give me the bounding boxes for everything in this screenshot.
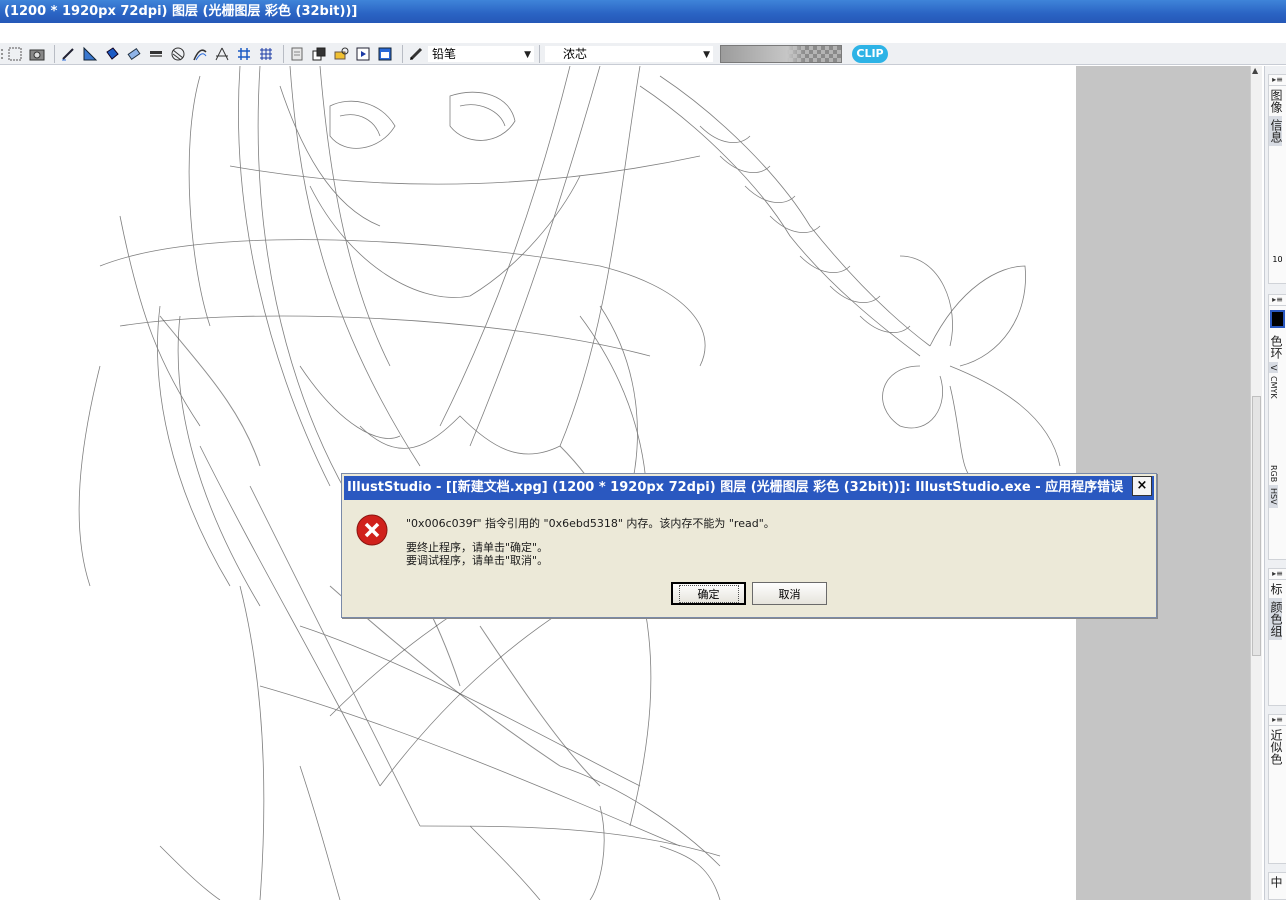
zoom-value: 10 <box>1272 255 1283 264</box>
screen: (1200 * 1920px 72dpi) 图层 (光栅图层 彩色 (32bit… <box>0 0 1286 900</box>
ok-button[interactable]: 确定 <box>671 582 746 605</box>
tab-hsv[interactable]: HSV <box>1269 485 1278 508</box>
folder-key-icon[interactable] <box>332 45 350 63</box>
tab-v[interactable]: V <box>1269 362 1278 374</box>
clip-button-label: CLIP <box>856 47 884 60</box>
chevron-down-icon: ▼ <box>703 49 710 60</box>
brush-stroke-preview[interactable] <box>720 44 842 63</box>
current-color-swatch[interactable] <box>1270 310 1285 328</box>
panel-group-approx-color: ▸≡ 近似色 <box>1268 714 1286 864</box>
brush-select-value: 浓芯 <box>563 47 588 61</box>
tab-rgb[interactable]: RGB <box>1269 462 1278 485</box>
panel-group-color-wheel: ▸≡ 色环 V CMYK RGB HSV <box>1268 294 1286 560</box>
tool-options-toolbar: 铅笔 ▼ 浓芯 ▼ CLIP <box>0 43 1286 65</box>
window-title: (1200 * 1920px 72dpi) 图层 (光栅图层 彩色 (32bit… <box>4 4 358 19</box>
eraser-icon[interactable] <box>125 45 143 63</box>
window-title-bar[interactable]: (1200 * 1920px 72dpi) 图层 (光栅图层 彩色 (32bit… <box>0 0 1286 23</box>
cancel-button-label: 取消 <box>778 587 801 601</box>
grid-fine-icon[interactable] <box>257 45 275 63</box>
ok-button-label: 确定 <box>678 584 739 603</box>
tool-select-dropdown[interactable]: 铅笔 ▼ <box>427 44 535 63</box>
curve-ruler-icon[interactable] <box>191 45 209 63</box>
layer-bar-icon[interactable] <box>147 45 165 63</box>
cancel-button[interactable]: 取消 <box>752 582 827 605</box>
toolbar-separator <box>283 44 284 63</box>
tab-info[interactable]: 信息 <box>1269 116 1283 146</box>
chevron-down-icon: ▼ <box>524 49 531 60</box>
tab-approx-color[interactable]: 近似色 <box>1269 726 1283 768</box>
canvas-vertical-scrollbar[interactable]: ▲ <box>1250 66 1262 900</box>
tab-color-set[interactable]: 颜色组 <box>1269 598 1283 640</box>
pen-stroke-icon[interactable] <box>59 45 77 63</box>
dialog-title-bar[interactable]: IllustStudio - [[新建文档.xpg] (1200 * 1920p… <box>344 476 1154 500</box>
dialog-title: IllustStudio - [[新建文档.xpg] (1200 * 1920p… <box>347 480 1124 495</box>
panel-group-color-set: ▸≡ 标 颜色组 <box>1268 568 1286 706</box>
pencil-icon <box>407 45 425 63</box>
tab-mark[interactable]: 标 <box>1269 580 1283 598</box>
selection-marquee-icon[interactable] <box>6 45 24 63</box>
tab-middle[interactable]: 中 <box>1269 873 1283 891</box>
menu-bar <box>0 23 1286 43</box>
panel-spacer <box>1269 402 1286 462</box>
tab-cmyk[interactable]: CMYK <box>1269 373 1278 402</box>
play-frame-icon[interactable] <box>354 45 372 63</box>
scroll-up-icon[interactable]: ▲ <box>1252 66 1258 75</box>
panel-group-image-info: ▸≡ 图像 信息 10 <box>1268 74 1286 284</box>
grid-hash-icon[interactable] <box>235 45 253 63</box>
brush-select-dropdown[interactable]: 浓芯 ▼ <box>544 44 714 63</box>
perspective-ruler-icon[interactable] <box>213 45 231 63</box>
right-dock-panel: ▸≡ 图像 信息 10 ▸≡ 色环 V CMYK RGB HSV ▸≡ 标 颜色… <box>1264 66 1286 900</box>
error-dialog: IllustStudio - [[新建文档.xpg] (1200 * 1920p… <box>341 473 1157 618</box>
camera-icon[interactable] <box>28 45 46 63</box>
panel-menu-icon[interactable]: ▸≡ <box>1269 715 1286 726</box>
panel-menu-icon[interactable]: ▸≡ <box>1269 295 1286 306</box>
close-button[interactable]: × <box>1132 476 1152 496</box>
toolbar-separator <box>54 44 55 63</box>
debug-hint: 要调试程序，请单击"取消"。 <box>406 554 549 567</box>
tab-color-wheel[interactable]: 色环 <box>1269 332 1283 362</box>
window-panel-icon[interactable] <box>376 45 394 63</box>
panel-menu-icon[interactable]: ▸≡ <box>1269 75 1286 86</box>
layer-duplicate-icon[interactable] <box>310 45 328 63</box>
halftone-pattern-icon[interactable] <box>169 45 187 63</box>
tool-select-value: 铅笔 <box>432 47 457 61</box>
toolbar-grip <box>0 45 4 63</box>
toolbar-separator <box>539 44 540 63</box>
fill-bucket-icon[interactable] <box>103 45 121 63</box>
panel-menu-icon[interactable]: ▸≡ <box>1269 569 1286 580</box>
error-icon <box>356 514 388 546</box>
toolbar-separator <box>402 44 403 63</box>
tab-image[interactable]: 图像 <box>1269 86 1283 116</box>
scrollbar-thumb[interactable] <box>1252 396 1261 656</box>
page-icon[interactable] <box>288 45 306 63</box>
ruler-triangle-icon[interactable] <box>81 45 99 63</box>
error-message: "0x006c039f" 指令引用的 "0x6ebd5318" 内存。该内存不能… <box>406 517 775 530</box>
clip-button[interactable]: CLIP <box>852 44 888 63</box>
panel-group-bottom: 中 <box>1268 872 1286 900</box>
